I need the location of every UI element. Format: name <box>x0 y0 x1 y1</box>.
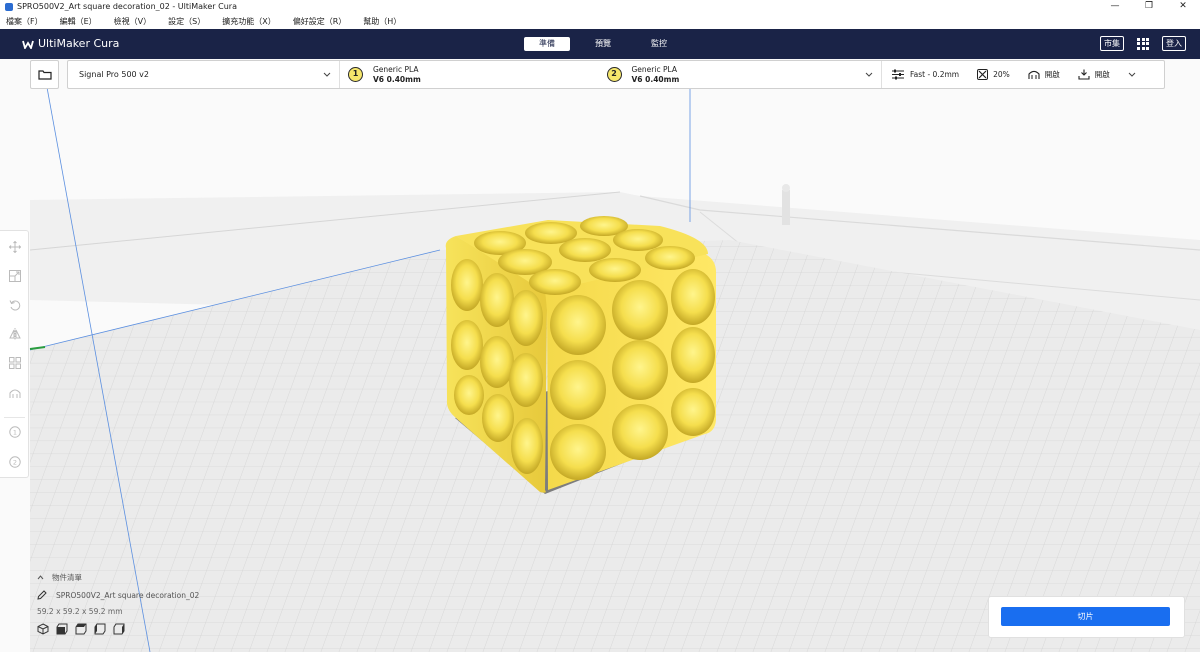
object-list-label: 物件清單 <box>52 573 82 582</box>
extruder-1-nozzle: V6 0.40mm <box>373 74 421 84</box>
view-top-icon[interactable] <box>75 623 87 635</box>
menu-bar: 檔案（F） 編輯（E） 檢視（V） 設定（S） 擴充功能（X） 偏好設定（R） … <box>0 13 1200 29</box>
move-tool-icon[interactable] <box>8 240 21 253</box>
support-icon <box>1028 69 1040 80</box>
profile-setting: Fast - 0.2mm <box>891 69 959 80</box>
extruder-2-badge: 2 <box>606 67 622 82</box>
tab-monitor[interactable]: 監控 <box>636 37 682 51</box>
printer-name: Signal Pro 500 v2 <box>79 70 149 79</box>
brand-name: UltiMaker Cura <box>38 37 120 50</box>
printer-selector[interactable]: Signal Pro 500 v2 <box>68 61 340 88</box>
camera-view-buttons <box>37 623 199 635</box>
sliders-icon <box>891 69 905 80</box>
extruder-1-info: Generic PLA V6 0.40mm <box>373 65 421 85</box>
adhesion-label: 開啟 <box>1094 70 1110 79</box>
rotate-tool-icon[interactable] <box>8 298 21 311</box>
stage-tabs: 準備 預覽 監控 <box>524 37 692 51</box>
menu-preferences[interactable]: 偏好設定（R） <box>293 16 347 27</box>
object-list-toggle[interactable]: 物件清單 <box>37 572 199 583</box>
extruder-2-material: Generic PLA <box>631 64 677 74</box>
sign-in-button[interactable]: 登入 <box>1162 36 1186 51</box>
view-right-icon[interactable] <box>113 623 125 635</box>
svg-text:2: 2 <box>12 458 16 466</box>
ultimaker-logo-icon <box>22 39 34 49</box>
print-settings-selector[interactable]: Fast - 0.2mm 20% 開啟 開啟 <box>882 61 1164 88</box>
object-list: 物件清單 SPRO500V2_Art square decoration_02 … <box>37 572 199 635</box>
app-header: UltiMaker Cura 準備 預覽 監控 市集 登入 <box>0 29 1200 59</box>
object-name-row: SPRO500V2_Art square decoration_02 <box>37 590 199 600</box>
infill-setting: 20% <box>977 69 1010 80</box>
menu-help[interactable]: 幫助（H） <box>363 16 401 27</box>
profile-label: Fast - 0.2mm <box>910 70 960 79</box>
svg-text:1: 1 <box>12 428 16 436</box>
menu-extensions[interactable]: 擴充功能（X） <box>222 16 275 27</box>
brand-logo: UltiMaker Cura <box>22 37 119 50</box>
menu-settings[interactable]: 設定（S） <box>168 16 205 27</box>
cura-window: SPRO500V2_Art square decoration_02 - Ult… <box>0 0 1200 652</box>
view-front-icon[interactable] <box>56 623 68 635</box>
chevron-down-icon <box>323 70 331 79</box>
3d-viewport[interactable] <box>0 59 1200 652</box>
object-name: SPRO500V2_Art square decoration_02 <box>56 590 200 600</box>
extruder-2-nozzle: V6 0.40mm <box>631 74 680 84</box>
chevron-up-icon <box>37 575 44 580</box>
support-setting: 開啟 <box>1028 69 1060 80</box>
print-setup-bar: Signal Pro 500 v2 1 Generic PLA V6 0.40m… <box>67 60 1165 89</box>
tab-prepare[interactable]: 準備 <box>524 37 570 51</box>
title-bar: SPRO500V2_Art square decoration_02 - Ult… <box>0 0 1200 13</box>
extruder-2-info: Generic PLA V6 0.40mm <box>632 65 680 85</box>
object-dimensions: 59.2 x 59.2 x 59.2 mm <box>37 607 123 616</box>
maximize-button[interactable]: ❐ <box>1132 0 1166 13</box>
menu-view[interactable]: 檢視（V） <box>114 16 151 27</box>
adhesion-setting: 開啟 <box>1078 69 1110 80</box>
extruder-1-badge: 1 <box>348 67 363 82</box>
window-controls: — ❐ ✕ <box>1098 0 1200 13</box>
view-3d-icon[interactable] <box>37 623 49 635</box>
slice-panel: 切片 <box>988 596 1185 638</box>
infill-label: 20% <box>993 70 1010 79</box>
extruder-1-tool-icon[interactable]: 1 <box>8 425 21 438</box>
tab-preview[interactable]: 預覽 <box>580 37 626 51</box>
tool-rail: 1 2 <box>0 230 29 478</box>
menu-file[interactable]: 檔案（F） <box>6 16 43 27</box>
folder-icon <box>37 65 52 84</box>
window-title: SPRO500V2_Art square decoration_02 - Ult… <box>17 2 237 11</box>
view-left-icon[interactable] <box>94 623 106 635</box>
extruder-1-material: Generic PLA <box>373 64 419 74</box>
marketplace-button[interactable]: 市集 <box>1100 36 1124 51</box>
mirror-tool-icon[interactable] <box>8 327 21 340</box>
scale-tool-icon[interactable] <box>8 269 21 282</box>
extruder-1[interactable]: 1 Generic PLA V6 0.40mm <box>348 65 607 85</box>
extruder-2[interactable]: 2 Generic PLA V6 0.40mm <box>606 65 866 85</box>
apps-grid-icon[interactable] <box>1137 37 1149 50</box>
menu-edit[interactable]: 編輯（E） <box>60 16 97 27</box>
minimize-button[interactable]: — <box>1098 0 1132 13</box>
infill-icon <box>977 69 989 80</box>
app-icon <box>5 2 13 11</box>
header-actions: 市集 登入 <box>1100 36 1186 51</box>
adhesion-icon <box>1078 69 1090 80</box>
pencil-icon[interactable] <box>37 590 47 600</box>
open-file-button[interactable] <box>30 60 59 89</box>
chevron-down-icon <box>865 70 873 79</box>
extruder-selector[interactable]: 1 Generic PLA V6 0.40mm 2 Generic PLA V6… <box>340 61 882 88</box>
support-blocker-icon[interactable] <box>8 386 21 399</box>
extruder-2-tool-icon[interactable]: 2 <box>8 455 21 468</box>
support-label: 開啟 <box>1044 70 1060 79</box>
build-plate-scene <box>29 59 1200 652</box>
close-button[interactable]: ✕ <box>1166 0 1200 13</box>
chevron-down-icon <box>1128 70 1136 79</box>
slice-button[interactable]: 切片 <box>1001 607 1170 626</box>
file-toolbar <box>30 60 59 89</box>
per-model-settings-icon[interactable] <box>8 356 21 369</box>
